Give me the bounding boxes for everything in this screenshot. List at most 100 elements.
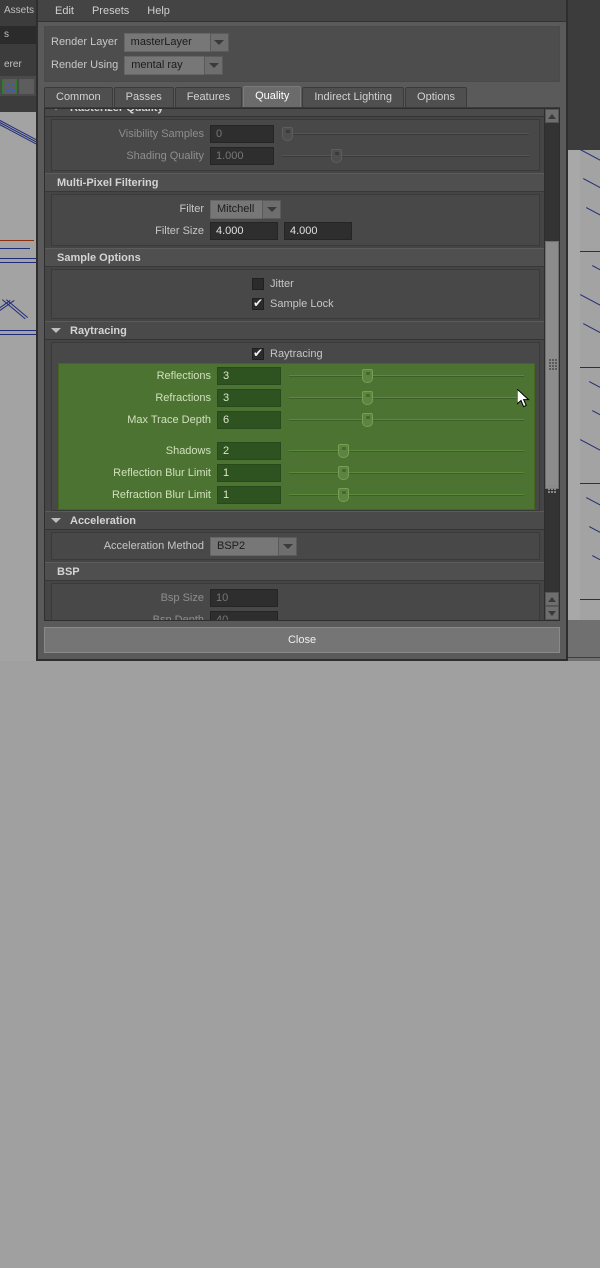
menu-bar: Edit Presets Help [38, 0, 566, 22]
visibility-samples-label: Visibility Samples [118, 128, 204, 140]
viewport-left[interactable] [0, 112, 48, 661]
tab-features[interactable]: Features [174, 87, 243, 107]
background-right-panel [567, 0, 600, 150]
reflections-slider[interactable] [289, 367, 524, 385]
text-icon[interactable] [19, 79, 34, 94]
scroll-gutter-top[interactable] [545, 123, 559, 241]
wireframe-line [586, 497, 600, 524]
filter-size-x-input[interactable]: 4.000 [210, 222, 278, 240]
wireframe-line [592, 410, 600, 437]
chevron-down-icon[interactable] [262, 199, 281, 219]
refraction-blur-limit-input[interactable]: 1 [217, 486, 281, 504]
shadows-slider[interactable] [289, 442, 524, 460]
refractions-input[interactable]: 3 [217, 389, 281, 407]
triangle-down-icon [51, 518, 61, 523]
check-row-raytracing-enable[interactable]: Raytracing [52, 343, 539, 363]
bsp-depth-input[interactable]: 40 [210, 611, 278, 620]
scroll-up-button-bottom[interactable] [545, 592, 559, 606]
menu-edit[interactable]: Edit [46, 3, 83, 19]
chevron-down-icon[interactable] [209, 32, 229, 52]
jitter-label: Jitter [270, 278, 294, 290]
viewport-right[interactable] [580, 149, 600, 620]
triangle-down-icon [51, 109, 61, 110]
tab-passes[interactable]: Passes [113, 87, 174, 107]
sample-lock-label: Sample Lock [270, 298, 334, 310]
field-row-reflection-blur-limit: Reflection Blur Limit 1 [59, 463, 534, 483]
section-title: Rasterizer Quality [70, 109, 164, 114]
scroll-gutter-bottom[interactable] [545, 489, 559, 592]
visibility-samples-slider[interactable] [282, 125, 529, 143]
section-title: BSP [57, 565, 80, 578]
shading-quality-input[interactable]: 1.000 [210, 147, 274, 165]
wireframe-line [589, 381, 600, 408]
filter-size-y-input[interactable]: 4.000 [284, 222, 352, 240]
field-row-shading-quality: Shading Quality 1.000 [52, 146, 539, 166]
render-layer-dropdown[interactable]: masterLayer [123, 32, 229, 52]
scroll-down-button[interactable] [545, 606, 559, 620]
wireframe-line [0, 330, 36, 331]
field-row-bsp-size: Bsp Size 10 [52, 588, 539, 608]
raytracing-highlight-group: Reflections 3 Refractions 3 Max Trace De… [58, 363, 535, 510]
refractions-slider[interactable] [289, 389, 524, 407]
section-body-raytracing: Raytracing Reflections 3 Refractions [51, 342, 540, 511]
resize-grip-icon[interactable] [548, 485, 557, 496]
wireframe-line [0, 262, 36, 263]
visibility-samples-input[interactable]: 0 [210, 125, 274, 143]
wireframe-line [583, 178, 600, 205]
field-row-filter-size: Filter Size 4.000 4.000 [52, 221, 539, 241]
render-using-dropdown[interactable]: mental ray [124, 55, 224, 75]
check-row-jitter[interactable]: Jitter [52, 274, 539, 294]
close-button[interactable]: Close [44, 627, 560, 653]
triangle-down-icon [51, 328, 61, 333]
raytracing-checkbox[interactable] [252, 346, 264, 360]
shading-quality-slider[interactable] [282, 147, 529, 165]
section-header-raytracing[interactable]: Raytracing [45, 321, 544, 340]
max-trace-depth-input[interactable]: 6 [217, 411, 281, 429]
render-layer-label: Render Layer [51, 36, 118, 48]
section-header-rasterizer-quality[interactable]: Rasterizer Quality [45, 109, 544, 117]
chevron-down-icon[interactable] [204, 55, 224, 75]
acceleration-method-dropdown[interactable]: BSP2 [210, 536, 297, 556]
render-layer-row: Render Layer masterLayer [51, 32, 553, 52]
tab-quality[interactable]: Quality [243, 86, 302, 107]
jitter-checkbox[interactable] [252, 278, 264, 290]
vertical-scrollbar[interactable] [544, 109, 559, 620]
section-body-bsp: Bsp Size 10 Bsp Depth 40 Separate Shadow… [51, 583, 540, 620]
bg-row-assets: Assets [4, 5, 35, 16]
section-header-bsp[interactable]: BSP [45, 562, 544, 581]
field-row-refraction-blur-limit: Refraction Blur Limit 1 [59, 485, 534, 505]
check-row-sample-lock[interactable]: Sample Lock [52, 294, 539, 314]
reflection-blur-limit-slider[interactable] [289, 464, 524, 482]
max-trace-depth-label: Max Trace Depth [127, 414, 211, 426]
chevron-down-icon[interactable] [278, 536, 297, 556]
bsp-size-input[interactable]: 10 [210, 589, 278, 607]
tab-bar: Common Passes Features Quality Indirect … [44, 86, 560, 108]
field-row-shadows: Shadows 2 [59, 441, 534, 461]
scrollbar-thumb[interactable] [545, 241, 559, 489]
reflection-blur-limit-input[interactable]: 1 [217, 464, 281, 482]
tab-indirect-lighting[interactable]: Indirect Lighting [302, 87, 405, 107]
tab-common[interactable]: Common [44, 87, 113, 107]
refraction-blur-limit-slider[interactable] [289, 486, 524, 504]
max-trace-depth-slider[interactable] [289, 411, 524, 429]
settings-panel: Rasterizer Quality Visibility Samples 0 … [45, 109, 544, 620]
wireframe-line [592, 555, 600, 582]
render-using-row: Render Using mental ray [51, 55, 553, 75]
menu-help[interactable]: Help [138, 3, 179, 19]
section-header-multi-pixel-filtering[interactable]: Multi-Pixel Filtering [45, 173, 544, 192]
tab-options[interactable]: Options [405, 87, 467, 107]
reflections-label: Reflections [156, 370, 211, 382]
grid-icon[interactable] [2, 79, 17, 94]
section-header-sample-options[interactable]: Sample Options [45, 248, 544, 267]
scroll-up-button[interactable] [545, 109, 559, 123]
shadows-input[interactable]: 2 [217, 442, 281, 460]
sample-lock-checkbox[interactable] [252, 296, 264, 310]
menu-presets[interactable]: Presets [83, 3, 138, 19]
reflections-input[interactable]: 3 [217, 367, 281, 385]
section-header-acceleration[interactable]: Acceleration [45, 511, 544, 530]
bsp-size-label: Bsp Size [160, 592, 204, 604]
section-body-multi-pixel-filtering: Filter Mitchell Filter Size 4.000 4.000 [51, 194, 540, 246]
filter-label: Filter [179, 203, 204, 215]
filter-dropdown[interactable]: Mitchell [210, 199, 281, 219]
refractions-label: Refractions [155, 392, 211, 404]
